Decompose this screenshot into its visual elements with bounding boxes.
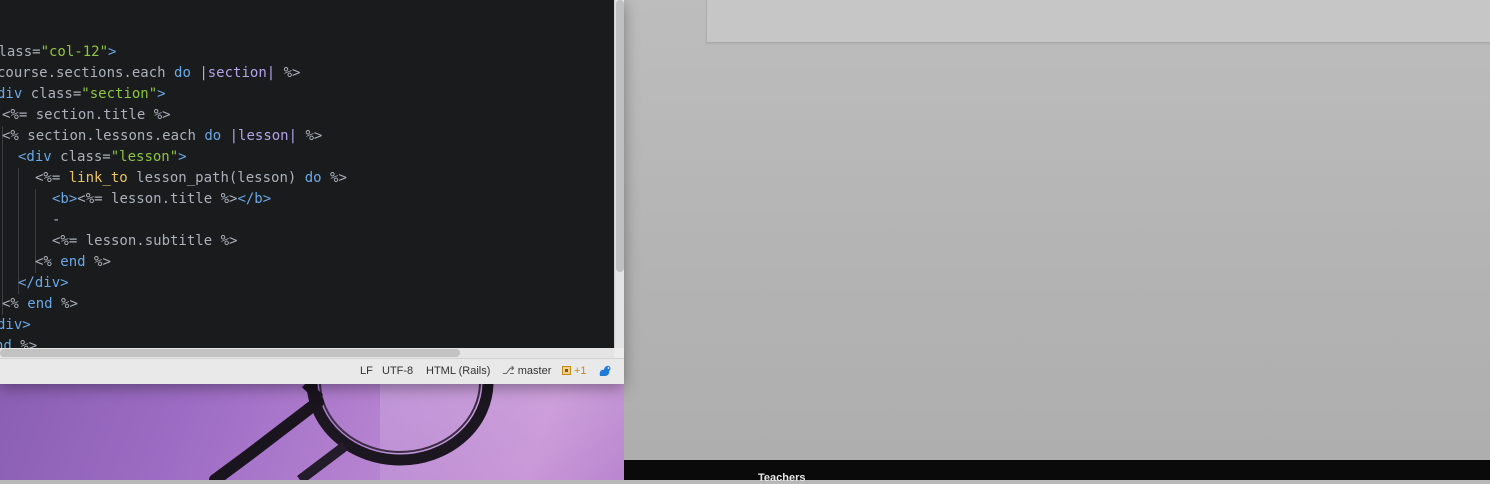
code-line: <%= link_to lesson_path(lesson) do %>	[35, 168, 347, 189]
git-changes[interactable]: +1	[562, 365, 587, 378]
code-token: class=	[30, 86, 82, 102]
code-token: lesson.title	[111, 191, 221, 207]
code-token: >	[178, 149, 187, 165]
code-line: -	[52, 210, 60, 231]
code-line: <%= section.title %>	[2, 105, 171, 126]
code-token: <b>	[52, 191, 78, 207]
code-token: -	[52, 212, 61, 228]
code-token: section.title	[35, 107, 154, 123]
code-token: div>	[0, 317, 31, 333]
line-ending-indicator[interactable]: LF	[360, 365, 373, 378]
git-branch-name: master	[517, 365, 552, 377]
code-token: end	[60, 254, 95, 270]
browser-content-card	[706, 0, 1490, 43]
code-token: |section|	[199, 65, 284, 81]
code-token: section.lessons.each	[27, 128, 205, 144]
code-line: <b><%= lesson.title %></b>	[52, 189, 271, 210]
code-token: class=	[60, 149, 111, 165]
code-token: >	[157, 86, 166, 102]
modified-file-icon	[562, 366, 571, 375]
code-editor-pane[interactable]: class="col-12">course.sections.each do |…	[0, 0, 614, 348]
code-token: class=	[0, 44, 41, 60]
code-token: link_to	[68, 170, 137, 186]
code-token: %>	[220, 191, 238, 207]
code-token: %>	[61, 296, 78, 312]
code-token: %>	[20, 338, 38, 348]
code-editor-window: class="col-12">course.sections.each do |…	[0, 0, 624, 384]
glasses-image	[209, 384, 624, 480]
code-line: <div class="lesson">	[18, 147, 187, 168]
code-token: %>	[94, 254, 111, 270]
code-token: >	[108, 44, 117, 60]
code-line: div class="section">	[0, 84, 166, 105]
code-token: lesson_path(lesson)	[136, 170, 305, 186]
code-line: <% end %>	[2, 294, 78, 315]
code-token: <%	[2, 128, 28, 144]
code-token: %>	[153, 107, 171, 123]
code-token: do	[174, 65, 200, 81]
code-line: nd %>	[0, 336, 37, 348]
code-token: nd	[0, 338, 12, 348]
code-token: do	[204, 128, 230, 144]
background-photo	[0, 384, 624, 480]
code-token: <%	[35, 254, 61, 270]
code-line: </div>	[18, 273, 69, 294]
github-button[interactable]	[598, 364, 612, 382]
code-token: </b>	[237, 191, 272, 207]
git-branch-icon: ⎇	[502, 365, 515, 377]
code-token: "section"	[81, 86, 158, 102]
code-token: end	[27, 296, 62, 312]
code-line: <% end %>	[35, 252, 111, 273]
site-footer-bar	[624, 460, 1490, 480]
code-token: lesson.subtitle	[85, 233, 221, 249]
vertical-scrollbar-thumb[interactable]	[616, 0, 624, 272]
code-line: div>	[0, 315, 31, 336]
code-line: <% section.lessons.each do |lesson| %>	[2, 126, 322, 147]
status-bar: LF UTF-8 HTML (Rails) ⎇ master +1	[0, 358, 624, 384]
git-branch[interactable]: ⎇ master	[502, 365, 551, 378]
code-token: %>	[220, 233, 238, 249]
code-line: course.sections.each do |section| %>	[0, 63, 300, 84]
code-token: div	[0, 86, 31, 102]
code-token: course.sections.each	[0, 65, 175, 81]
encoding-indicator[interactable]: UTF-8	[382, 365, 413, 378]
horizontal-scrollbar-thumb[interactable]	[0, 349, 460, 357]
code-token: <div	[18, 149, 61, 165]
grammar-selector[interactable]: HTML (Rails)	[426, 365, 490, 378]
code-token: %>	[330, 170, 347, 186]
code-token: %>	[305, 128, 323, 144]
code-token: "col-12"	[40, 44, 109, 60]
code-line: class="col-12">	[0, 42, 116, 63]
code-token: "lesson"	[110, 149, 179, 165]
code-token: %>	[283, 65, 301, 81]
teachers-link[interactable]: Teachers	[758, 472, 806, 484]
indent-guide	[2, 126, 3, 315]
code-token: do	[304, 170, 331, 186]
code-token: <%=	[52, 233, 86, 249]
code-token: <%=	[77, 191, 112, 207]
code-token: <%=	[2, 107, 36, 123]
code-line: <%= lesson.subtitle %>	[52, 231, 237, 252]
code-token: <%=	[35, 170, 69, 186]
code-token: |lesson|	[229, 128, 306, 144]
squirrel-icon	[599, 365, 611, 376]
git-changes-count: +1	[574, 365, 587, 377]
code-token: <%	[2, 296, 28, 312]
code-token: </div>	[18, 275, 69, 291]
browser-page	[624, 0, 1490, 460]
